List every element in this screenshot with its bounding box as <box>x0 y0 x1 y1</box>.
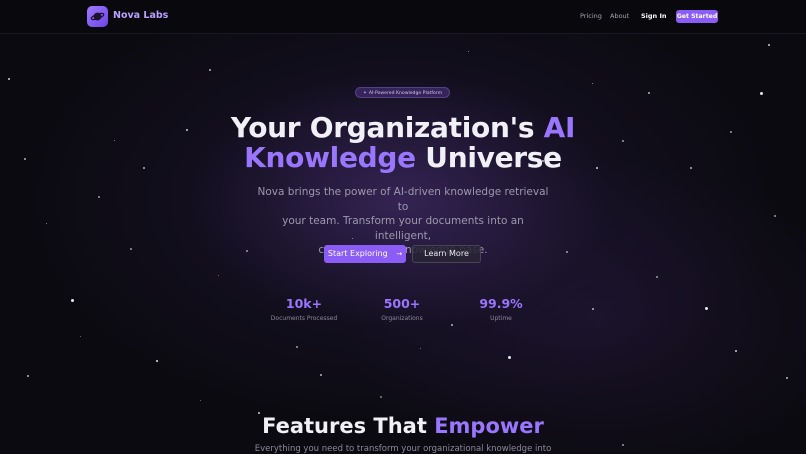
stat-organizations-value: 500+ <box>383 296 421 311</box>
planet-icon[interactable] <box>87 6 108 27</box>
learn-more-button[interactable]: Learn More <box>412 245 481 263</box>
stat-documents-label: Documents Processed <box>270 315 338 322</box>
features-title: Features That Empower <box>0 414 806 438</box>
sign-in-link[interactable]: Sign In <box>641 12 667 20</box>
start-exploring-label: Start Exploring <box>327 249 388 258</box>
start-exploring-button[interactable]: Start Exploring → <box>324 245 406 263</box>
hero-section: ✦ AI-Powered Knowledge Platform Your Orga… <box>0 0 806 454</box>
hero-title-accent: Knowledge <box>244 141 416 174</box>
nav-link-about[interactable]: About <box>610 12 629 20</box>
features-title-accent: Empower <box>434 414 544 438</box>
stat-uptime-label: Uptime <box>490 315 512 322</box>
hero-title-line-2: Knowledge Universe <box>0 142 806 174</box>
stat-documents-value: 10k+ <box>285 296 323 311</box>
badge-text: AI-Powered Knowledge Platform <box>368 91 443 96</box>
sparkle-icon: ✦ <box>362 91 367 96</box>
top-navbar: Nova Labs Pricing About Sign In Get Star… <box>0 0 806 34</box>
hero-title-accent: AI <box>543 111 576 144</box>
features-title-text: Features That <box>262 414 435 438</box>
hero-title-text: Your Organization's <box>230 111 544 144</box>
stat-uptime-value: 99.9% <box>479 296 523 311</box>
hero-title-text: Universe <box>415 141 562 174</box>
hero-title-line-1: Your Organization's AI <box>0 112 806 144</box>
get-started-button[interactable]: Get Started <box>676 10 718 23</box>
nav-link-pricing[interactable]: Pricing <box>580 12 602 20</box>
stat-organizations-label: Organizations <box>381 315 423 322</box>
platform-badge: ✦ AI-Powered Knowledge Platform <box>355 87 450 98</box>
arrow-right-icon: → <box>396 250 403 258</box>
features-subtitle: Everything you need to transform your or… <box>254 444 552 454</box>
hero-subtitle-line: Nova brings the power of AI-driven knowl… <box>257 186 549 213</box>
hero-subtitle-line: your team. Transform your documents into… <box>282 215 524 242</box>
brand-name[interactable]: Nova Labs <box>113 10 168 21</box>
